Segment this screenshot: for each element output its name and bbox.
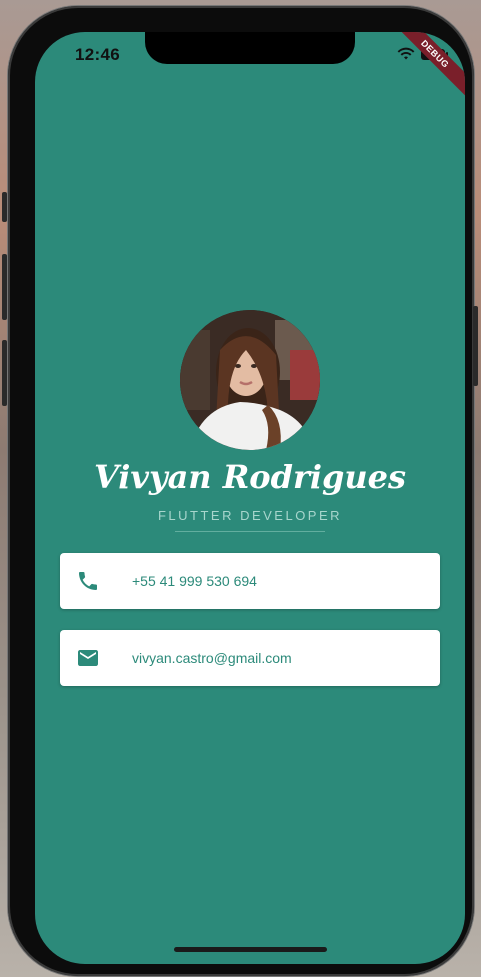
- wifi-icon: [397, 47, 415, 60]
- phone-icon: [79, 572, 97, 590]
- profile-name: Vivyan Rodrigues: [93, 458, 407, 496]
- notch: [145, 32, 355, 64]
- profile-title: FLUTTER DEVELOPER: [157, 508, 343, 523]
- mail-icon: [78, 650, 98, 666]
- volume-down-button: [2, 340, 7, 406]
- app-screen: 12:46 DEBUG Vivyan Rodrigues FLUTTER DEV…: [35, 32, 465, 964]
- profile-photo: [180, 310, 320, 450]
- power-button: [473, 306, 478, 386]
- divider: [175, 531, 325, 532]
- avatar: [180, 310, 320, 450]
- home-indicator[interactable]: [174, 947, 327, 952]
- phone-number: +55 41 999 530 694: [132, 573, 257, 589]
- debug-banner: DEBUG: [386, 32, 465, 103]
- phone-card[interactable]: +55 41 999 530 694: [60, 553, 440, 609]
- email-address: vivyan.castro@gmail.com: [132, 650, 292, 666]
- side-button: [2, 192, 7, 222]
- status-time: 12:46: [75, 45, 120, 64]
- volume-up-button: [2, 254, 7, 320]
- email-card[interactable]: vivyan.castro@gmail.com: [60, 630, 440, 686]
- phone-frame: 12:46 DEBUG Vivyan Rodrigues FLUTTER DEV…: [2, 6, 478, 976]
